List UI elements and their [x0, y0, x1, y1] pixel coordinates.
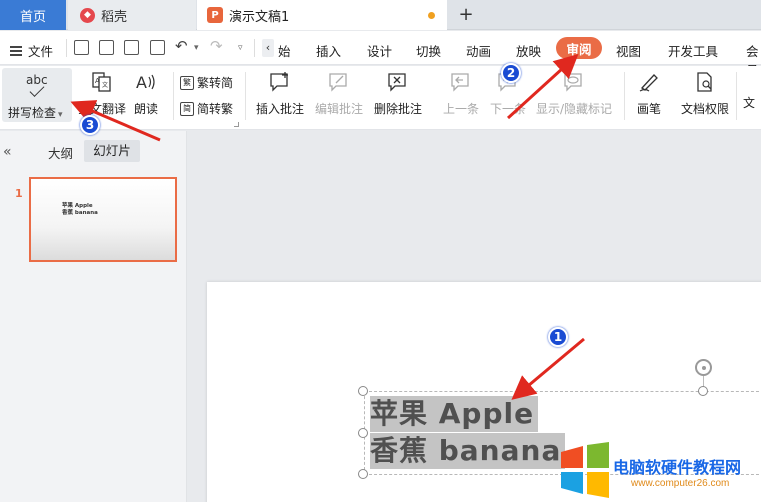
arrow-1 — [511, 337, 585, 400]
watermark-logo-icon — [561, 442, 609, 498]
annotation-arrows — [70, 53, 585, 400]
watermark: 电脑软硬件教程网 www.computer26.com — [557, 440, 761, 502]
step-badge-3: 3 — [80, 115, 100, 135]
watermark-url: www.computer26.com — [631, 478, 730, 489]
step-badge-2: 2 — [501, 63, 521, 83]
watermark-title: 电脑软硬件教程网 — [613, 458, 742, 477]
step-badge-1: 1 — [548, 327, 568, 347]
